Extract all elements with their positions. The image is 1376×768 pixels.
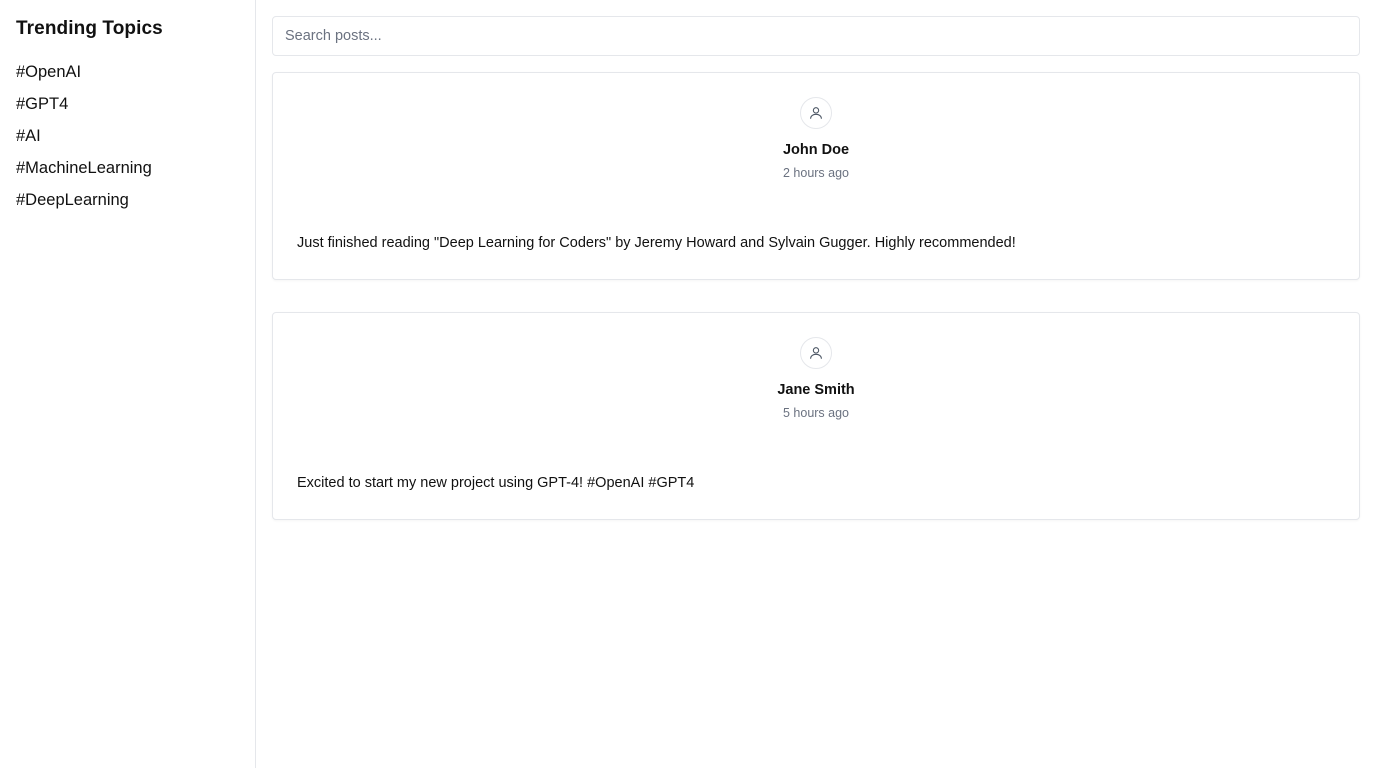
avatar — [800, 337, 832, 369]
topic-item-openai[interactable]: #OpenAI — [16, 60, 239, 92]
post-card: John Doe 2 hours ago Just finished readi… — [272, 72, 1360, 280]
topic-item-ai[interactable]: #AI — [16, 124, 239, 156]
post-author[interactable]: Jane Smith — [777, 381, 854, 399]
topic-item-machinelearning[interactable]: #MachineLearning — [16, 156, 239, 188]
app-root: Trending Topics #OpenAI #GPT4 #AI #Machi… — [0, 0, 1376, 768]
avatar — [800, 97, 832, 129]
post-timestamp: 5 hours ago — [782, 406, 850, 420]
post-author[interactable]: John Doe — [783, 141, 849, 159]
post-header: John Doe 2 hours ago — [297, 97, 1335, 181]
post-header: Jane Smith 5 hours ago — [297, 337, 1335, 421]
search-input[interactable] — [272, 16, 1360, 56]
sidebar-title: Trending Topics — [16, 18, 163, 39]
post-timestamp: 2 hours ago — [782, 166, 850, 180]
user-icon — [810, 107, 822, 119]
post-card: Jane Smith 5 hours ago Excited to start … — [272, 312, 1360, 520]
sidebar: Trending Topics #OpenAI #GPT4 #AI #Machi… — [0, 0, 256, 768]
topic-item-deeplearning[interactable]: #DeepLearning — [16, 188, 239, 220]
topic-item-gpt4[interactable]: #GPT4 — [16, 92, 239, 124]
main-feed: John Doe 2 hours ago Just finished readi… — [256, 0, 1376, 768]
user-icon — [810, 347, 822, 359]
post-content: Just finished reading "Deep Learning for… — [297, 235, 1016, 251]
topic-list: #OpenAI #GPT4 #AI #MachineLearning #Deep… — [16, 60, 239, 220]
post-content: Excited to start my new project using GP… — [297, 475, 695, 491]
